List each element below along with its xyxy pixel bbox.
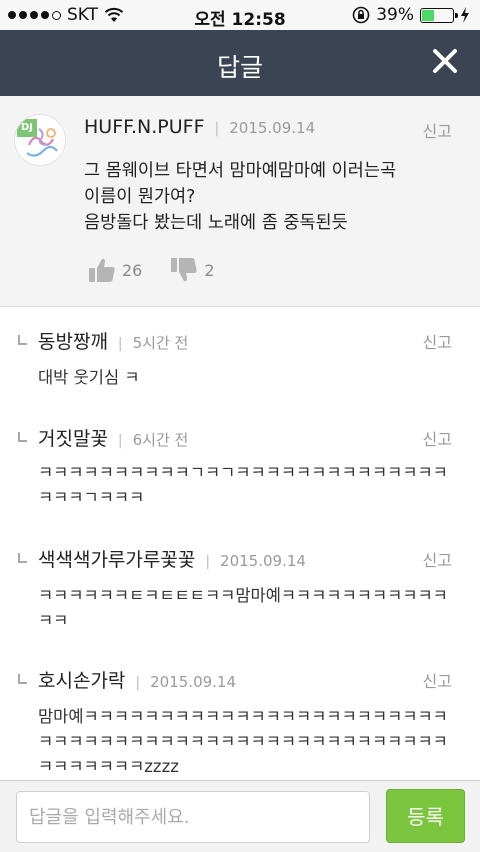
reply-text: 맘마예ㅋㅋㅋㅋㅋㅋㅋㅋㅋㅋㅋㅋㅋㅋㅋㅋㅋㅋㅋㅋㅋㅋㅋㅋㅋㅋㅋㅋㅋㅋㅋㅋㅋㅋㅋㅋㅋ… [38,707,448,776]
reply-corner-icon [18,553,27,563]
post-date: 2015.09.14 [229,119,316,137]
avatar[interactable]: DJ [14,114,66,166]
comment-text: 그 몸웨이브 타면서 맘마예맘마예 이러는곡 이름이 뭔가여? 음방돌다 봤는데… [84,161,397,233]
divider: | [205,554,211,570]
reply-date: 2015.09.14 [220,552,306,570]
page-title: 답글 [216,53,263,82]
reply-text: 대박 웃기심 ㅋ [38,368,140,387]
report-button[interactable]: 신고 [423,547,452,571]
report-button[interactable]: 신고 [423,426,452,450]
close-icon[interactable] [430,46,460,76]
reply-corner-icon [18,432,27,442]
reply-date: 5시간 전 [132,334,189,352]
battery-percent: 39% [376,5,414,25]
reply-corner-icon [18,674,27,684]
report-button[interactable]: 신고 [423,118,452,142]
nav-bar: 답글 [0,30,480,96]
reply-header: 호시손가락 | 2015.09.14 [38,666,236,693]
reply-author[interactable]: 호시손가락 [38,670,125,692]
orientation-lock-icon [352,6,370,24]
reply-header: 색색색가루가루꽃꽃 | 2015.09.14 [38,545,306,572]
divider: | [117,336,123,352]
thumbs-up-icon[interactable] [88,256,116,284]
reply-date: 2015.09.14 [150,673,237,691]
author-name[interactable]: HUFF.N.PUFF [84,116,205,138]
original-header: HUFF.N.PUFF | 2015.09.14 [84,116,315,138]
thumbs-down-icon[interactable] [170,256,198,284]
status-bar: SKT 오전 12:58 39% [0,0,480,30]
status-right: 39% [352,5,470,25]
reply-text: ㅋㅋㅋㅋㅋㅋㅋㅋㅋㅋㄱㅋㄱㅋㅋㅋㅋㅋㅋㅋㅋㅋㅋㅋㅋㅋㅋㅋㅋㅋㄱㅋㅋㅋ [38,463,448,507]
reply-author[interactable]: 동방짱깨 [38,331,108,353]
submit-button[interactable]: 등록 [386,789,465,843]
like-count: 26 [122,260,143,280]
report-button[interactable]: 신고 [423,668,452,692]
reply-date: 6시간 전 [132,431,189,449]
divider: | [117,433,123,449]
reply-input-bar: 등록 [0,780,480,852]
reply-author[interactable]: 색색색가루가루꽃꽃 [38,549,195,571]
reply-corner-icon [18,335,27,345]
divider: | [135,675,141,691]
reply-input[interactable] [16,791,370,843]
reply-author[interactable]: 거짓말꽃 [38,428,108,450]
vote-bar: 26 2 [88,256,243,284]
charging-bolt-icon [461,7,469,23]
battery-icon [420,7,458,23]
reply-header: 동방짱깨 | 5시간 전 [38,327,188,354]
reply-header: 거짓말꽃 | 6시간 전 [38,424,188,451]
dj-badge: DJ [17,119,37,137]
reply-text: ㅋㅋㅋㅋㅋㅋㅌㅋㅌㅌㅌㅋㅋ맘마예ㅋㅋㅋㅋㅋㅋㅋㅋㅋㅋㅋㅋㅋ [38,586,448,630]
report-button[interactable]: 신고 [423,329,452,353]
divider: | [214,121,220,137]
dislike-count: 2 [204,260,215,280]
